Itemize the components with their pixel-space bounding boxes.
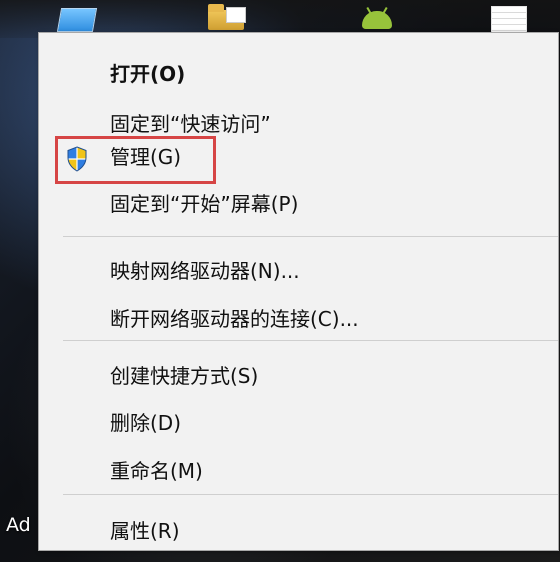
menu-item-label: 删除(D) bbox=[110, 411, 182, 435]
menu-item-label: 打开(O) bbox=[110, 62, 186, 86]
menu-item-rename[interactable]: 重命名(M) bbox=[39, 449, 558, 495]
menu-item-properties[interactable]: 属性(R) bbox=[39, 509, 558, 555]
menu-item-label: 映射网络驱动器(N)... bbox=[110, 259, 300, 283]
context-menu: 打开(O) 固定到“快速访问” 管理(G) 固定到“开始”屏幕(P) 映射网络驱… bbox=[38, 32, 559, 551]
menu-separator bbox=[63, 494, 558, 495]
menu-item-delete[interactable]: 删除(D) bbox=[39, 401, 558, 447]
uac-shield-icon bbox=[65, 146, 89, 172]
menu-item-disconnect-network-drive[interactable]: 断开网络驱动器的连接(C)... bbox=[39, 297, 558, 343]
document-icon bbox=[226, 7, 246, 23]
menu-item-label: 创建快捷方式(S) bbox=[110, 364, 259, 388]
menu-item-create-shortcut[interactable]: 创建快捷方式(S) bbox=[39, 354, 558, 400]
menu-item-label: 断开网络驱动器的连接(C)... bbox=[110, 307, 359, 331]
menu-item-label: 属性(R) bbox=[110, 519, 180, 543]
menu-separator bbox=[63, 236, 558, 237]
menu-item-manage[interactable]: 管理(G) bbox=[39, 135, 558, 181]
desktop-document-icon[interactable] bbox=[481, 0, 543, 36]
desktop-shortcut-label: Ad bbox=[6, 514, 31, 536]
desktop-folder-icon[interactable] bbox=[196, 0, 268, 36]
menu-item-label: 固定到“快速访问” bbox=[110, 112, 271, 136]
monitor-icon bbox=[56, 8, 98, 32]
menu-item-label: 重命名(M) bbox=[110, 459, 203, 483]
menu-separator bbox=[63, 340, 558, 341]
android-icon bbox=[362, 11, 392, 29]
menu-item-pin-start[interactable]: 固定到“开始”屏幕(P) bbox=[39, 182, 558, 228]
menu-item-open[interactable]: 打开(O) bbox=[39, 52, 558, 98]
menu-item-map-network-drive[interactable]: 映射网络驱动器(N)... bbox=[39, 249, 558, 295]
menu-item-label: 管理(G) bbox=[110, 145, 182, 169]
menu-item-label: 固定到“开始”屏幕(P) bbox=[110, 192, 299, 216]
